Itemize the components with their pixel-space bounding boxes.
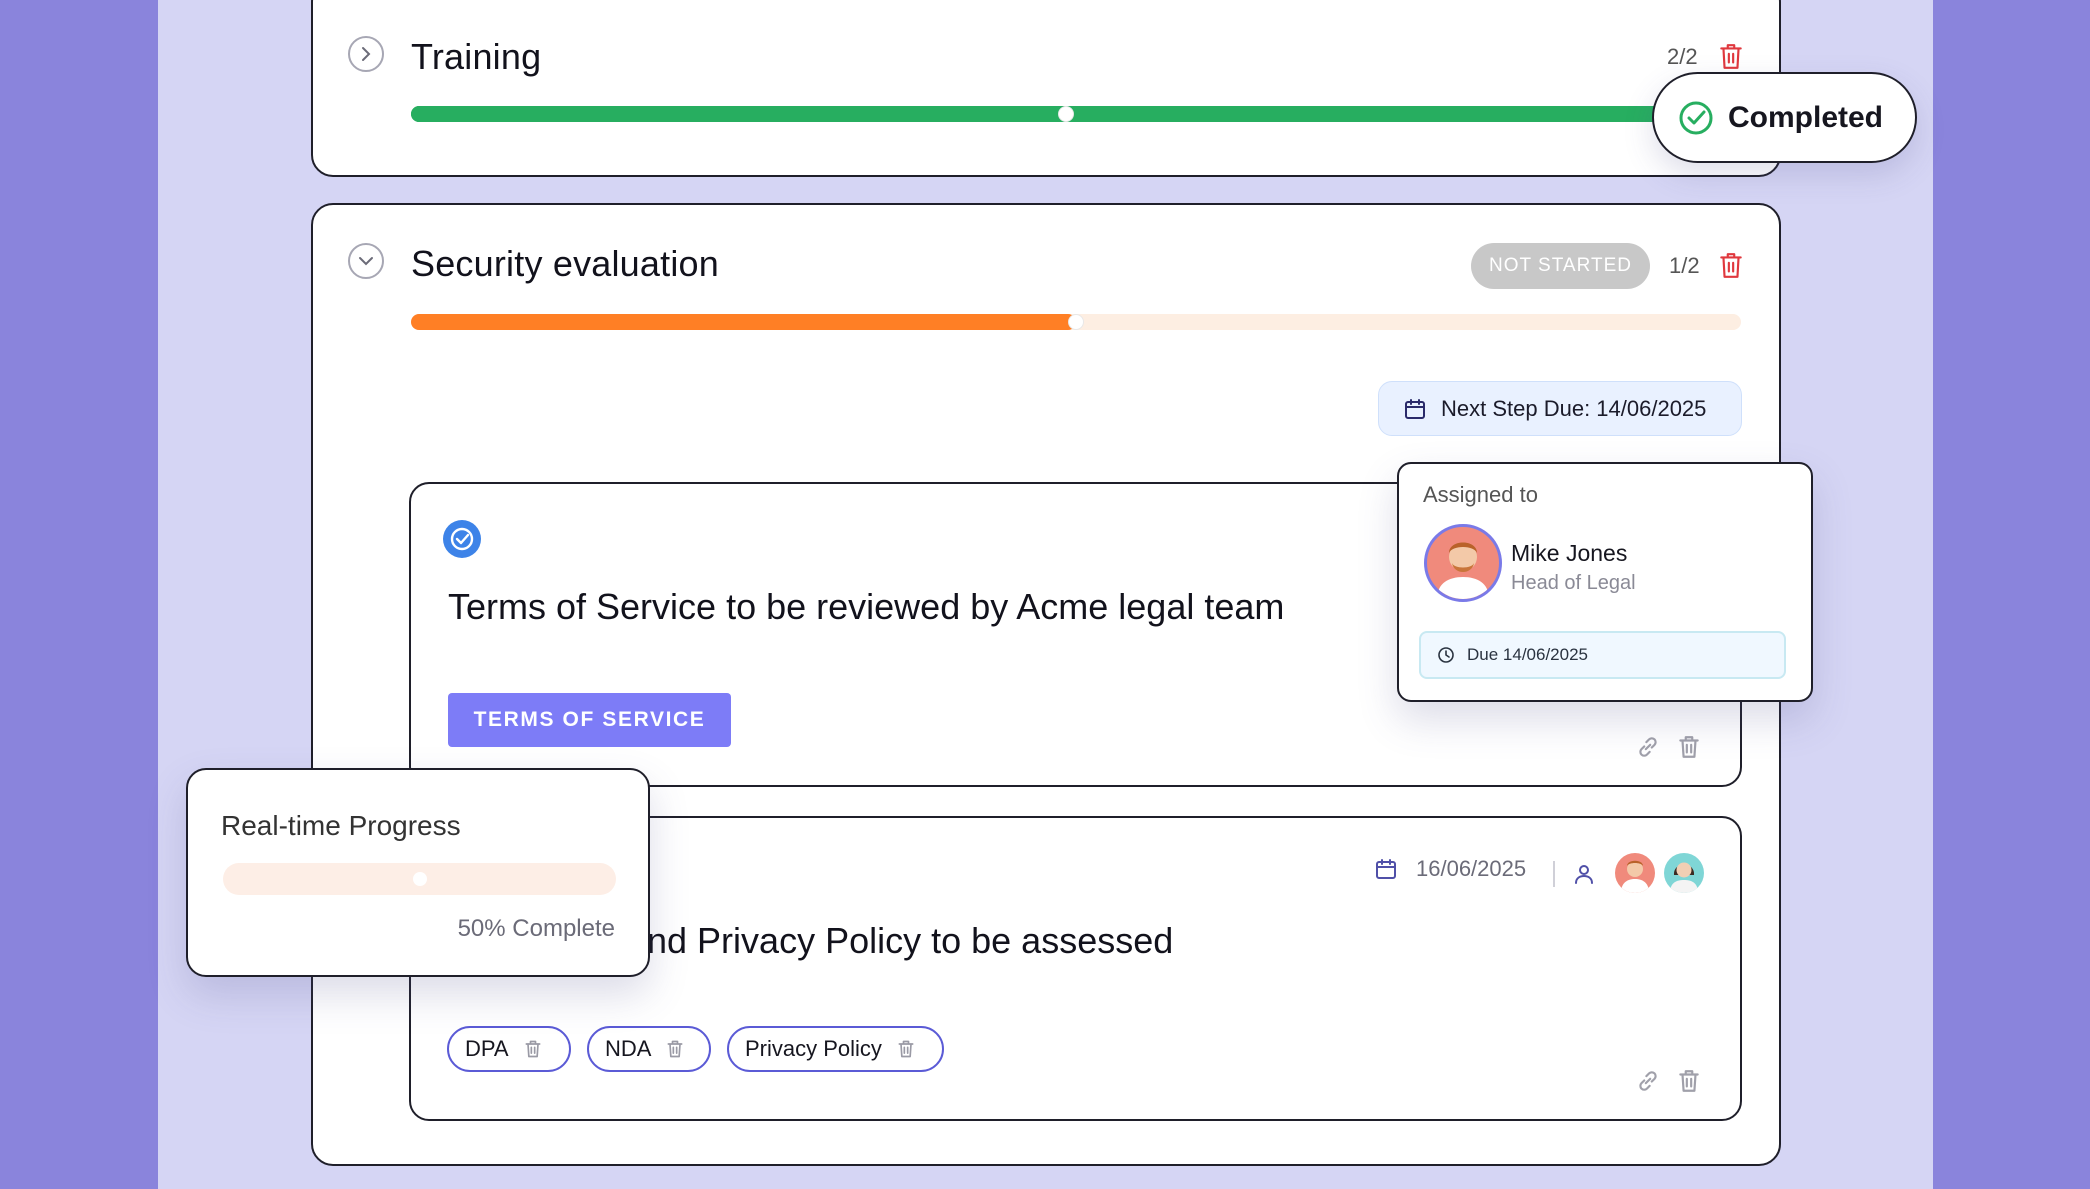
- assignee-name: Mike Jones: [1511, 540, 1628, 566]
- progress-knob[interactable]: [1068, 314, 1084, 330]
- next-step-due-chip: Next Step Due: 14/06/2025: [1378, 381, 1742, 436]
- realtime-progress-card: Real-time Progress 50% Complete: [186, 768, 650, 977]
- trash-icon[interactable]: [523, 1038, 543, 1060]
- task-title: nd Privacy Policy to be assessed: [647, 920, 1174, 961]
- status-badge: NOT STARTED: [1471, 243, 1650, 289]
- training-progress-fill: [411, 106, 1737, 122]
- chevron-right-icon[interactable]: [348, 36, 384, 72]
- tag-label: NDA: [605, 1036, 652, 1061]
- check-circle-icon: [1679, 101, 1713, 134]
- divider: [1553, 861, 1555, 887]
- progress-knob[interactable]: [1058, 106, 1074, 122]
- tag-label: Privacy Policy: [745, 1036, 882, 1061]
- trash-icon[interactable]: [1676, 734, 1702, 760]
- assignee-due-text: Due 14/06/2025: [1467, 645, 1588, 664]
- tag-label: DPA: [465, 1036, 509, 1061]
- check-badge-icon: [443, 520, 481, 558]
- training-count: 2/2: [1667, 44, 1698, 69]
- trash-icon[interactable]: [896, 1038, 916, 1060]
- trash-icon[interactable]: [1676, 1068, 1702, 1094]
- trash-icon[interactable]: [1718, 251, 1744, 279]
- realtime-progress-bar: [223, 863, 616, 895]
- link-icon[interactable]: [1635, 1068, 1661, 1094]
- calendar-icon: [1376, 859, 1396, 879]
- task-due-date-text: 16/06/2025: [1416, 856, 1527, 881]
- trash-icon[interactable]: [1718, 42, 1744, 70]
- security-progress-fill: [411, 314, 1076, 330]
- trash-icon[interactable]: [665, 1038, 685, 1060]
- security-title: Security evaluation: [411, 243, 719, 284]
- security-progress-bar: [411, 314, 1741, 330]
- terms-of-service-button[interactable]: TERMS OF SERVICE: [448, 693, 731, 747]
- avatar[interactable]: [1424, 524, 1502, 602]
- assignee-role: Head of Legal: [1511, 572, 1636, 594]
- tag-dpa[interactable]: DPA: [447, 1026, 571, 1072]
- link-icon[interactable]: [1635, 734, 1661, 760]
- task-due-date: 16/06/2025: [1374, 856, 1526, 882]
- assigned-to-label: Assigned to: [1423, 482, 1538, 507]
- assigned-to-card: Assigned to Mike Jones Head of Legal Due…: [1397, 462, 1813, 702]
- avatar[interactable]: [1615, 853, 1655, 893]
- clock-icon: [1438, 647, 1454, 663]
- calendar-icon: [1405, 398, 1425, 419]
- realtime-progress-text: 50% Complete: [457, 915, 615, 942]
- security-count: 1/2: [1669, 253, 1700, 278]
- tag-nda[interactable]: NDA: [587, 1026, 711, 1072]
- completed-label: Completed: [1728, 100, 1884, 134]
- avatar[interactable]: [1664, 853, 1704, 893]
- training-card[interactable]: Training 2/2: [311, 0, 1781, 177]
- person-icon[interactable]: [1572, 862, 1596, 886]
- task-title: Terms of Service to be reviewed by Acme …: [448, 586, 1285, 627]
- assignee-due-chip: Due 14/06/2025: [1419, 631, 1786, 679]
- tag-privacy-policy[interactable]: Privacy Policy: [727, 1026, 944, 1072]
- completed-badge: Completed: [1652, 72, 1917, 163]
- progress-knob: [412, 872, 427, 886]
- realtime-progress-title: Real-time Progress: [221, 810, 461, 841]
- chevron-down-icon[interactable]: [348, 243, 384, 279]
- training-title: Training: [411, 36, 542, 77]
- next-step-due-text: Next Step Due: 14/06/2025: [1441, 395, 1707, 421]
- training-progress-bar: [411, 106, 1737, 122]
